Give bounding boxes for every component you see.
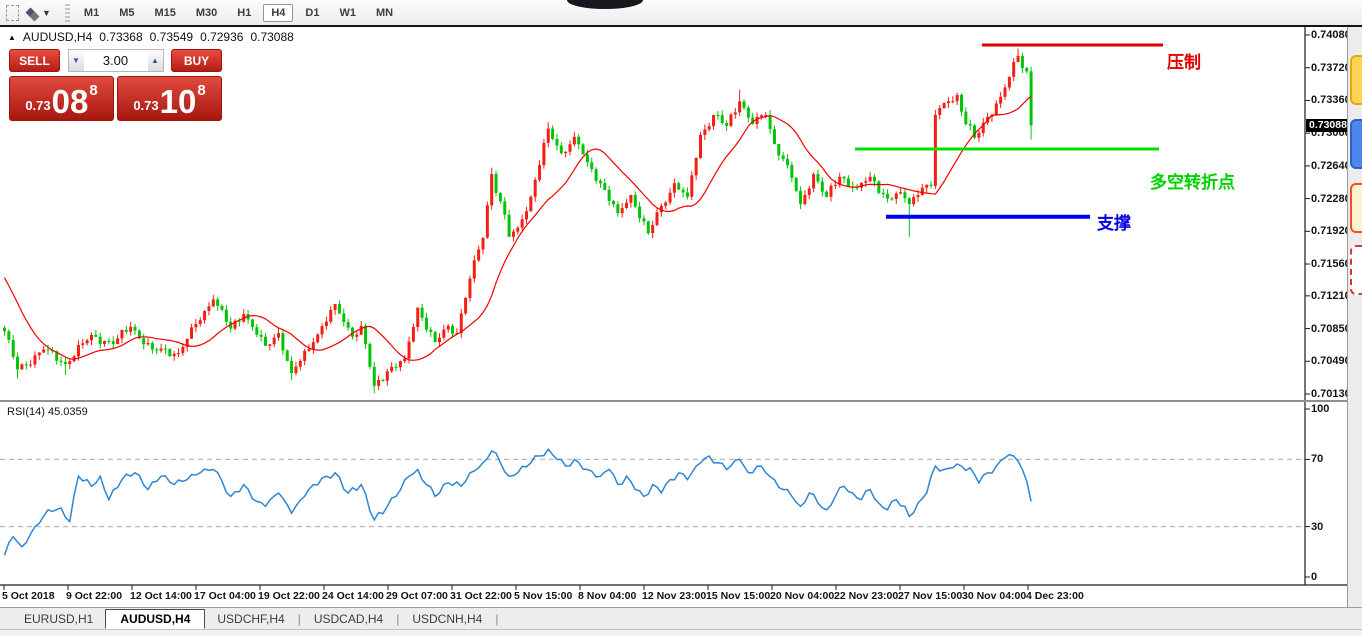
rsi-axis-label: 70 xyxy=(1311,453,1323,465)
buy-price-box[interactable]: 0.73 10 8 xyxy=(117,76,222,121)
rsi-indicator-label: RSI(14) 45.0359 xyxy=(7,406,88,418)
time-axis-label: 29 Oct 07:00 xyxy=(386,590,448,602)
time-axis-label: 22 Nov 23:00 xyxy=(834,590,898,602)
price-axis-label: 0.70130 xyxy=(1311,388,1351,400)
pane-splitter[interactable] xyxy=(0,400,1347,402)
time-axis-label: 4 Dec 23:00 xyxy=(1026,590,1084,602)
status-bar xyxy=(0,629,1362,636)
rsi-axis-label: 100 xyxy=(1311,403,1329,415)
buy-button[interactable]: BUY xyxy=(171,49,222,72)
sell-button[interactable]: SELL xyxy=(9,49,60,72)
price-axis-label: 0.71210 xyxy=(1311,290,1351,302)
chart-tab-eurusd-h1[interactable]: EURUSD,H1 xyxy=(12,610,105,628)
time-axis-label: 15 Nov 15:00 xyxy=(706,590,770,602)
time-axis-label: 31 Oct 22:00 xyxy=(450,590,512,602)
sell-price-main: 08 xyxy=(52,87,89,117)
price-axis-label: 0.71920 xyxy=(1311,225,1351,237)
symbol-label: AUDUSD,H4 xyxy=(23,30,92,44)
time-axis-label: 20 Nov 04:00 xyxy=(770,590,834,602)
chart-tab-audusd-h4[interactable]: AUDUSD,H4 xyxy=(105,609,205,629)
buy-price-pip: 8 xyxy=(197,79,205,99)
time-axis-label: 24 Oct 14:00 xyxy=(322,590,384,602)
time-axis-label: 17 Oct 04:00 xyxy=(194,590,256,602)
price-axis-label: 0.73360 xyxy=(1311,94,1351,106)
sell-price-box[interactable]: 0.73 08 8 xyxy=(9,76,114,121)
sell-price-pip: 8 xyxy=(89,79,97,99)
price-axis-label: 0.73720 xyxy=(1311,62,1351,74)
chart-tab-usdcnh-h4[interactable]: USDCNH,H4 xyxy=(400,610,494,628)
volume-input[interactable] xyxy=(84,50,148,71)
chart-tab-usdcad-h4[interactable]: USDCAD,H4 xyxy=(302,610,395,628)
support-annotation: 支撑 xyxy=(1097,209,1131,234)
time-axis-label: 27 Nov 15:00 xyxy=(898,590,962,602)
orange-dot-app-icon[interactable] xyxy=(1350,183,1362,233)
time-axis-label: 8 Nov 04:00 xyxy=(578,590,636,602)
buy-price-main: 10 xyxy=(160,87,197,117)
rsi-axis-label: 30 xyxy=(1311,521,1323,533)
high-value: 0.73549 xyxy=(150,30,193,44)
price-axis-label: 0.71560 xyxy=(1311,258,1351,270)
one-click-trading-panel: SELL ▼ ▲ BUY 0.73 08 8 0.73 10 8 xyxy=(9,49,222,121)
open-value: 0.73368 xyxy=(99,30,142,44)
price-axis-label: 0.70850 xyxy=(1311,323,1351,335)
chart-tab-usdchf-h4[interactable]: USDCHF,H4 xyxy=(205,610,296,628)
low-value: 0.72936 xyxy=(200,30,243,44)
time-axis-label: 12 Oct 14:00 xyxy=(130,590,192,602)
price-axis-label: 0.72280 xyxy=(1311,193,1351,205)
time-axis-label: 5 Nov 15:00 xyxy=(514,590,572,602)
yellow-app-icon[interactable] xyxy=(1350,55,1362,105)
collapse-triangle-icon[interactable]: ▲ xyxy=(8,33,16,42)
blue-app-icon[interactable] xyxy=(1350,119,1362,169)
sell-price-prefix: 0.73 xyxy=(25,98,50,113)
volume-stepper: ▼ ▲ xyxy=(68,49,164,72)
pivot-annotation: 多空转折点 xyxy=(1150,168,1235,193)
price-axis-label: 0.72640 xyxy=(1311,160,1351,172)
mt4-window: ▼ M1M5M15M30H1H4D1W1MN ▲ AUDUSD,H4 0.733… xyxy=(0,0,1362,636)
desktop-icon-strip xyxy=(1347,27,1362,607)
buy-price-prefix: 0.73 xyxy=(133,98,158,113)
resistance-annotation: 压制 xyxy=(1167,48,1201,73)
tab-separator: | xyxy=(495,612,498,626)
tab-separator: | xyxy=(298,612,301,626)
close-value: 0.73088 xyxy=(250,30,293,44)
rsi-axis-label: 0 xyxy=(1311,571,1317,583)
price-axis-label: 0.74080 xyxy=(1311,29,1351,41)
chart-title: ▲ AUDUSD,H4 0.73368 0.73549 0.72936 0.73… xyxy=(8,30,294,44)
dashed-circle-app-icon[interactable] xyxy=(1350,245,1362,295)
time-axis-label: 30 Nov 04:00 xyxy=(962,590,1026,602)
volume-decrease-button[interactable]: ▼ xyxy=(69,50,84,71)
time-axis-label: 12 Nov 23:00 xyxy=(642,590,706,602)
volume-increase-button[interactable]: ▲ xyxy=(148,50,163,71)
chart-tab-bar: EURUSD,H1AUDUSD,H4USDCHF,H4|USDCAD,H4|US… xyxy=(0,607,1362,629)
time-axis-label: 9 Oct 22:00 xyxy=(66,590,122,602)
price-axis-label: 0.70490 xyxy=(1311,355,1351,367)
time-axis-label: 5 Oct 2018 xyxy=(2,590,55,602)
time-axis-label: 19 Oct 22:00 xyxy=(258,590,320,602)
tab-separator: | xyxy=(396,612,399,626)
